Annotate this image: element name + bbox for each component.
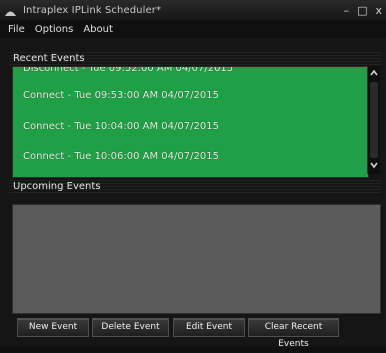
maximize-icon[interactable]: □: [357, 4, 367, 17]
upcoming-events-list[interactable]: [12, 204, 381, 314]
recent-events-list[interactable]: Disconnect - Tue 09:52:00 AM 04/07/2015 …: [12, 66, 369, 178]
scroll-thumb[interactable]: [370, 82, 378, 158]
list-item[interactable]: Connect - Tue 09:53:00 AM 04/07/2015: [23, 90, 219, 101]
recent-events-header: Recent Events: [9, 52, 381, 66]
new-event-button[interactable]: New Event: [17, 318, 89, 337]
clear-recent-events-button[interactable]: Clear Recent Events: [248, 318, 339, 349]
chevron-up-icon[interactable]: [368, 68, 380, 80]
edit-event-button[interactable]: Edit Event: [173, 318, 245, 337]
chevron-down-icon[interactable]: [368, 160, 380, 172]
title-bar[interactable]: Intraplex IPLink Scheduler* – □ x: [0, 0, 386, 20]
window-controls: – □ x: [344, 0, 382, 20]
menu-about[interactable]: About: [83, 24, 113, 35]
scheduler-window: Intraplex IPLink Scheduler* – □ x File O…: [0, 0, 386, 349]
list-item[interactable]: Connect - Tue 10:04:00 AM 04/07/2015: [23, 121, 219, 132]
recent-events-scrollbar[interactable]: [367, 66, 380, 174]
menu-options[interactable]: Options: [35, 24, 74, 35]
upcoming-events-header: Upcoming Events: [9, 180, 381, 194]
delete-event-button[interactable]: Delete Event: [92, 318, 169, 337]
list-item[interactable]: Disconnect - Tue 09:52:00 AM 04/07/2015: [23, 67, 233, 74]
close-icon[interactable]: x: [375, 4, 382, 17]
menu-bar: File Options About: [0, 20, 386, 38]
window-title: Intraplex IPLink Scheduler*: [23, 4, 162, 16]
menu-file[interactable]: File: [8, 24, 25, 35]
minimize-icon[interactable]: –: [344, 4, 350, 17]
app-logo-icon: [4, 8, 17, 16]
list-item[interactable]: Connect - Tue 10:06:00 AM 04/07/2015: [23, 151, 219, 162]
